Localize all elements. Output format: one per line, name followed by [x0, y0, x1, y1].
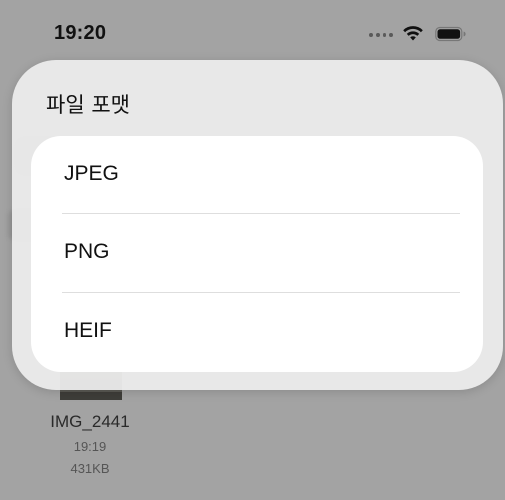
file-size: 431KB: [70, 461, 110, 476]
format-option-jpeg[interactable]: JPEG: [31, 136, 483, 214]
status-time: 19:20: [54, 22, 107, 44]
sheet-title: 파일 포맷: [46, 93, 130, 117]
file-name: IMG_2441: [50, 412, 130, 431]
format-option-png[interactable]: PNG: [31, 214, 483, 292]
wifi-icon: [403, 26, 423, 41]
format-option-label: PNG: [64, 240, 110, 263]
cellular-dots-icon: [369, 33, 393, 37]
status-bar: 19:20: [0, 0, 505, 60]
file-time: 19:19: [73, 439, 107, 454]
screen: IMG_2441 19:19 431KB 19:20 파일 포맷 JPEG PN…: [0, 0, 505, 500]
format-option-label: JPEG: [64, 162, 119, 185]
format-option-label: HEIF: [64, 319, 112, 342]
format-options-list: JPEG PNG HEIF: [31, 136, 483, 372]
file-thumbnail-shadow: [60, 392, 122, 400]
battery-icon: [435, 26, 466, 42]
format-option-heif[interactable]: HEIF: [31, 293, 483, 371]
file-format-sheet: 파일 포맷 JPEG PNG HEIF: [12, 60, 503, 390]
